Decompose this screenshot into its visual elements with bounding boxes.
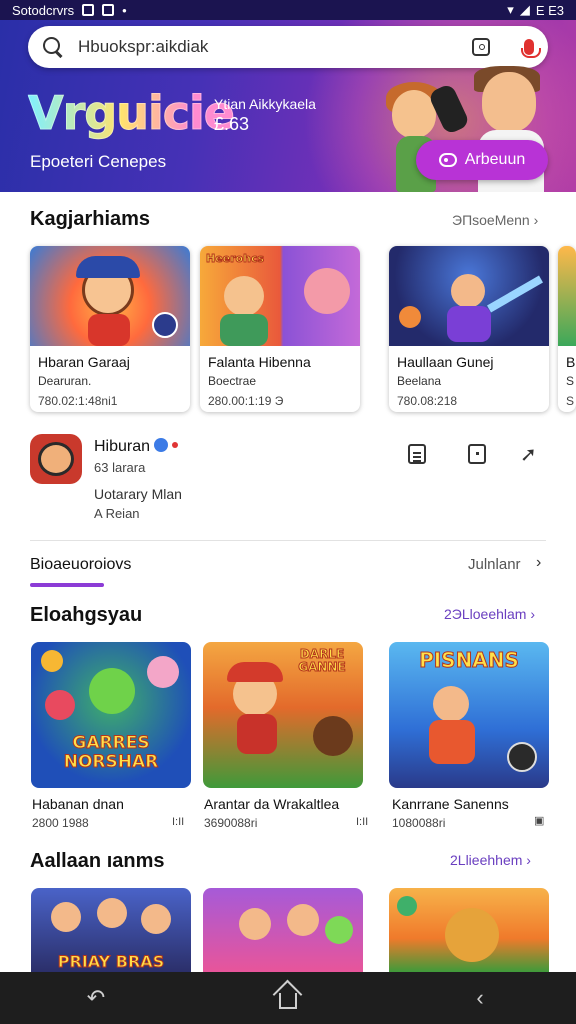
home-icon[interactable] [258, 978, 318, 1018]
app-meta: 63 larara [94, 460, 146, 475]
game-tile[interactable]: DARLE GANNE [203, 642, 363, 788]
search-icon [42, 36, 64, 58]
tab-see-all[interactable]: Julnlanr [468, 556, 521, 573]
game-tile-size: I:II [356, 816, 369, 828]
hero-subtitle: Epoeteri Cenepes [30, 152, 167, 171]
game-card-subtitle: Boectrae [208, 374, 257, 388]
game-card-art: Heerohcs [200, 246, 360, 346]
camera-lens-icon[interactable] [472, 38, 490, 56]
tab-indicator [30, 583, 104, 587]
status-dot-icon [172, 442, 178, 448]
game-tile-title: Habanan dnan [32, 796, 124, 812]
game-tile-meta: 3690088ri [204, 816, 258, 830]
hero-cta-button[interactable]: Arbeuun [416, 140, 548, 180]
game-tile-art-label: GARRES NORSHAR [63, 733, 159, 772]
game-card-art [389, 246, 549, 346]
game-card-partial[interactable]: B S S [558, 246, 576, 412]
game-card-title: Hbaran Garaaj [38, 354, 130, 370]
chevron-right-icon[interactable]: › [536, 554, 541, 572]
app-developer: A Reian [94, 506, 140, 521]
game-tile-art-label: PRIAY BRAS [57, 952, 165, 972]
search-input[interactable] [78, 37, 472, 57]
status-time: Sotodcrvrs [12, 2, 75, 18]
game-tile[interactable] [203, 888, 363, 972]
app-description: Uotarary Mlan [94, 486, 182, 502]
app-name: Hiburan [94, 438, 151, 455]
game-tile-title: Kanrrane Sanenns [392, 796, 509, 812]
recents-icon[interactable]: ‹ [450, 978, 510, 1018]
search-bar[interactable] [28, 26, 548, 68]
tab-active[interactable]: Bioaeuoroiovs [30, 556, 131, 574]
game-tile[interactable]: PISNANS [389, 642, 549, 788]
game-card-title: Haullaan Gunej [397, 354, 494, 370]
game-card-meta: S [566, 394, 575, 408]
game-tile[interactable] [389, 888, 549, 972]
gamepad-icon [438, 153, 457, 167]
hero-price: £.63 [214, 114, 250, 134]
notification-icon-2 [102, 4, 115, 16]
game-card-art [558, 246, 576, 346]
status-bar: Sotodcrvrs • ▾ ◢ E E3 [0, 0, 576, 20]
wifi-icon: ▾ [507, 2, 514, 17]
game-tile[interactable]: PRIAY BRAS [31, 888, 191, 972]
game-card-subtitle: S [566, 374, 575, 388]
game-tile-title: Arantar da Wrakaltlea [204, 796, 340, 812]
game-tile[interactable]: GARRES NORSHAR [31, 642, 191, 788]
game-tile-meta: 1080088ri [392, 816, 446, 830]
app-icon [30, 434, 82, 484]
section-see-more[interactable]: 2Llieehhem › [450, 852, 531, 868]
game-card-art-label: Heerohcs [205, 252, 265, 266]
game-card-subtitle: Dearuran. [38, 374, 92, 388]
game-card-art [30, 246, 190, 346]
divider [30, 540, 546, 541]
girl-character-head [392, 90, 436, 138]
hero-cta-label: Arbeuun [464, 151, 526, 168]
mic-icon[interactable] [521, 39, 541, 58]
game-card-subtitle: Beelana [397, 374, 442, 388]
game-tile-art-label: PISNANS [419, 648, 520, 673]
section-title: Eloahgsyau [30, 604, 143, 626]
boy-character-head [482, 72, 536, 132]
game-card-meta: 780.08:218 [397, 394, 458, 408]
game-tile-meta: 2800 1988 [32, 816, 89, 830]
game-card-meta: 280.00:1:19 Э [208, 394, 284, 408]
game-card[interactable]: Haullaan Gunej Beelana 780.08:218 [389, 246, 549, 412]
hero-tagline: Ytian Aikkykaela [214, 96, 316, 112]
game-card-meta: 780.02:1:48ni1 [38, 394, 118, 408]
notification-icon [82, 4, 95, 16]
document-icon[interactable] [408, 444, 426, 464]
section-title: Aallaan ıanms [30, 850, 165, 872]
back-icon[interactable]: ↶ [66, 978, 126, 1018]
section-title: Kagjarhiams [30, 208, 151, 230]
game-card-title: B [566, 354, 576, 370]
game-tile-art-label: DARLE GANNE [298, 647, 346, 674]
game-tile-size: I:II [172, 816, 185, 828]
game-card-title: Falanta Hibenna [208, 354, 311, 370]
section-see-more[interactable]: ЭПsoeMenn › [452, 212, 538, 228]
signal-icon: ◢ [519, 2, 530, 17]
game-tile-size: ▣ [534, 815, 545, 827]
system-nav-bar: ↶ ‹ [0, 972, 576, 1024]
battery-text: E E3 [535, 2, 564, 18]
featured-app-row[interactable]: Hiburan 63 larara Uotarary Mlan A Reian … [30, 432, 550, 528]
more-notifications-icon: • [122, 2, 128, 18]
share-icon[interactable]: ➚ [520, 444, 544, 468]
game-card[interactable]: Hbaran Garaaj Dearuran. 780.02:1:48ni1 [30, 246, 190, 412]
frame-icon[interactable] [468, 444, 486, 464]
hero-banner: Vrguicie Ytian Aikkykaela £.63 Epoeteri … [0, 20, 576, 192]
section-see-more[interactable]: 2ЭLloeehlam › [444, 606, 535, 622]
game-card[interactable]: Heerohcs Falanta Hibenna Boectrae 280.00… [200, 246, 360, 412]
verified-badge-icon [154, 438, 168, 452]
hero-title: Vrguicie [28, 86, 236, 141]
